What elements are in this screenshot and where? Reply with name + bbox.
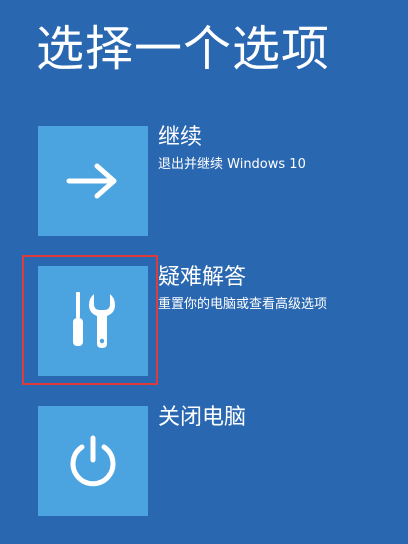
troubleshoot-option[interactable]: 疑难解答 重置你的电脑或查看高级选项	[38, 265, 398, 376]
power-icon	[70, 435, 116, 487]
continue-title: 继续	[158, 125, 203, 150]
shutdown-tile[interactable]	[38, 406, 148, 516]
troubleshoot-description: 重置你的电脑或查看高级选项	[158, 297, 328, 312]
page-title: 选择一个选项	[36, 21, 331, 77]
continue-option[interactable]: 继续 退出并继续 Windows 10	[38, 125, 398, 236]
shutdown-title: 关闭电脑	[158, 405, 247, 430]
shutdown-text[interactable]: 关闭电脑	[158, 402, 398, 434]
continue-tile[interactable]	[38, 126, 148, 236]
tools-icon	[73, 292, 115, 348]
shutdown-option[interactable]: 关闭电脑	[38, 405, 398, 516]
troubleshoot-text[interactable]: 疑难解答 重置你的电脑或查看高级选项	[158, 262, 398, 314]
continue-text[interactable]: 继续 退出并继续 Windows 10	[158, 122, 398, 174]
continue-description: 退出并继续 Windows 10	[158, 157, 306, 172]
troubleshoot-title: 疑难解答	[158, 265, 247, 290]
arrow-right-icon	[66, 163, 117, 199]
troubleshoot-tile[interactable]	[38, 266, 148, 376]
